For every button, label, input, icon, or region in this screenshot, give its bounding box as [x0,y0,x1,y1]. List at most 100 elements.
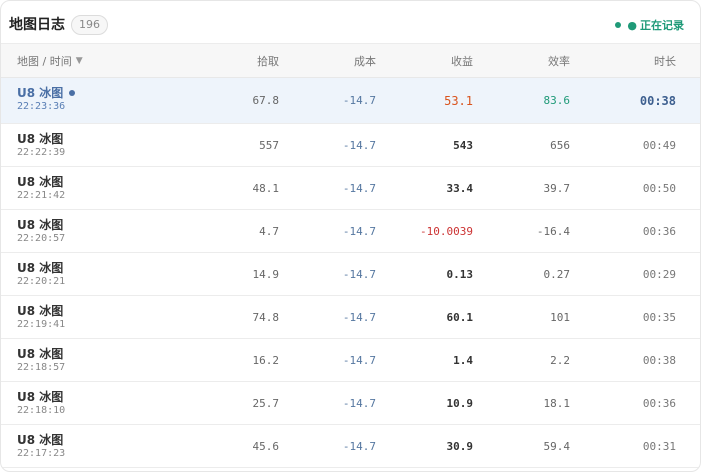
duration-cell: 00:36 [642,396,676,410]
map-name: U8 冰图 [17,175,64,189]
map-name: U8 冰图 [17,218,64,232]
gain-cell: 1.4 [453,353,473,367]
entry-count-badge: 196 [71,15,108,35]
gain-cell: 60.1 [446,310,474,324]
cost-cell: -14.7 [342,396,376,410]
cost-cell: -14.7 [342,267,376,281]
cost-cell: -14.7 [342,224,376,238]
map-time: 22:18:57 [17,362,66,373]
map-cell: U8 冰图 22:21:42 [17,175,65,202]
column-gain-label: 收益 [451,54,473,68]
map-name-wrap: U8 冰图 [17,86,76,100]
panel-header: 地图日志 196 ● 正在记录 [1,1,700,44]
duration-cell: 00:35 [642,310,676,324]
column-map-time[interactable]: 地图 / 时间 ▼ [17,44,207,77]
map-cell: U8 冰图 22:20:57 [17,218,65,245]
panel-title: 地图日志 [9,17,65,33]
pickup-cell: 74.8 [252,310,280,324]
table-row[interactable]: U8 冰图 22:19:41 74.8 -14.7 60.1 101 00:35 [1,296,700,339]
table-row[interactable]: U8 冰图 22:18:10 25.7 -14.7 10.9 18.1 00:3… [1,382,700,425]
map-name: U8 冰图 [17,433,64,447]
recording-bullet: ● [627,18,637,32]
sort-down-icon[interactable]: ▼ [76,56,83,66]
map-time: 22:18:10 [17,405,66,416]
duration-cell: 00:38 [642,353,676,367]
recording-label: 正在记录 [640,19,684,32]
map-time: 22:22:39 [17,147,66,158]
efficiency-cell: 18.1 [543,396,571,410]
recording-dot-icon [615,22,622,28]
duration-cell: 00:50 [642,181,676,195]
column-gain[interactable]: 收益 [376,44,473,77]
efficiency-cell: 656 [550,138,570,152]
cost-cell: -14.7 [342,181,376,195]
map-time: 22:23:36 [17,101,66,112]
pickup-cell: 4.7 [259,224,279,238]
pickup-cell: 48.1 [252,181,280,195]
efficiency-cell: 83.6 [543,94,571,107]
map-cell: U8 冰图 22:19:41 [17,304,65,331]
table-row[interactable]: U8 冰图 22:21:42 48.1 -14.7 33.4 39.7 00:5… [1,167,700,210]
map-log-panel: 地图日志 196 ● 正在记录 地图 / 时间 ▼ 拾取 成本 收益 效率 时长 [0,0,701,472]
column-map-time-label: 地图 / 时间 [17,54,72,68]
gain-cell: 0.13 [446,267,474,281]
column-duration-label: 时长 [654,54,676,68]
map-name: U8 冰图 [17,304,64,318]
efficiency-cell: -16.4 [536,224,570,238]
table-row[interactable]: U8 冰图 22:20:21 14.9 -14.7 0.13 0.27 00:2… [1,253,700,296]
cost-cell: -14.7 [342,353,376,367]
column-efficiency[interactable]: 效率 [473,44,570,77]
duration-cell: 00:38 [639,93,676,108]
column-duration[interactable]: 时长 [570,44,676,77]
pickup-cell: 14.9 [252,267,280,281]
map-name: U8 冰图 [17,390,64,404]
table-body: U8 冰图 22:23:36 67.8 -14.7 53.1 83.6 00:3… [1,78,700,468]
gain-cell: 543 [453,138,473,152]
duration-cell: 00:29 [642,267,676,281]
cost-cell: -14.7 [342,310,376,324]
efficiency-cell: 101 [550,310,570,324]
map-cell: U8 冰图 22:18:57 [17,347,65,374]
map-cell: U8 冰图 22:22:39 [17,132,65,159]
live-dot-icon [69,90,76,96]
column-pickup-label: 拾取 [257,54,279,68]
map-name: U8 冰图 [17,261,64,275]
table-row-selected[interactable]: U8 冰图 22:23:36 67.8 -14.7 53.1 83.6 00:3… [1,78,700,124]
column-cost[interactable]: 成本 [279,44,376,77]
map-time: 22:20:57 [17,233,66,244]
table-row[interactable]: U8 冰图 22:18:57 16.2 -14.7 1.4 2.2 00:38 [1,339,700,382]
efficiency-cell: 2.2 [550,353,570,367]
efficiency-cell: 0.27 [543,267,571,281]
gain-cell: -10.0039 [420,224,473,238]
map-cell: U8 冰图 22:20:21 [17,261,65,288]
map-time: 22:17:23 [17,448,66,459]
pickup-cell: 16.2 [252,353,280,367]
cost-cell: -14.7 [342,94,376,107]
pickup-cell: 67.8 [252,94,280,107]
duration-cell: 00:36 [642,224,676,238]
map-cell: U8 冰图 22:17:23 [17,433,65,460]
gain-cell: 53.1 [444,93,473,108]
pickup-cell: 25.7 [252,396,280,410]
map-time: 22:20:21 [17,276,66,287]
table-header: 地图 / 时间 ▼ 拾取 成本 收益 效率 时长 [1,44,700,78]
map-time: 22:19:41 [17,319,66,330]
gain-cell: 10.9 [446,396,474,410]
map-name: U8 冰图 [17,132,64,146]
recording-status[interactable]: ● 正在记录 [615,17,684,33]
map-cell: U8 冰图 22:18:10 [17,390,65,417]
table-row[interactable]: U8 冰图 22:20:57 4.7 -14.7 -10.0039 -16.4 … [1,210,700,253]
cost-cell: -14.7 [342,138,376,152]
column-pickup[interactable]: 拾取 [207,44,279,77]
table-row[interactable]: U8 冰图 22:22:39 557 -14.7 543 656 00:49 [1,124,700,167]
duration-cell: 00:49 [642,138,676,152]
map-name: U8 冰图 [17,86,64,100]
pickup-cell: 557 [259,138,279,152]
column-efficiency-label: 效率 [548,54,570,68]
map-cell: U8 冰图 22:23:36 [17,86,76,113]
gain-cell: 33.4 [446,181,474,195]
column-cost-label: 成本 [354,54,376,68]
map-name: U8 冰图 [17,347,64,361]
table-row[interactable]: U8 冰图 22:17:23 45.6 -14.7 30.9 59.4 00:3… [1,425,700,468]
map-time: 22:21:42 [17,190,66,201]
